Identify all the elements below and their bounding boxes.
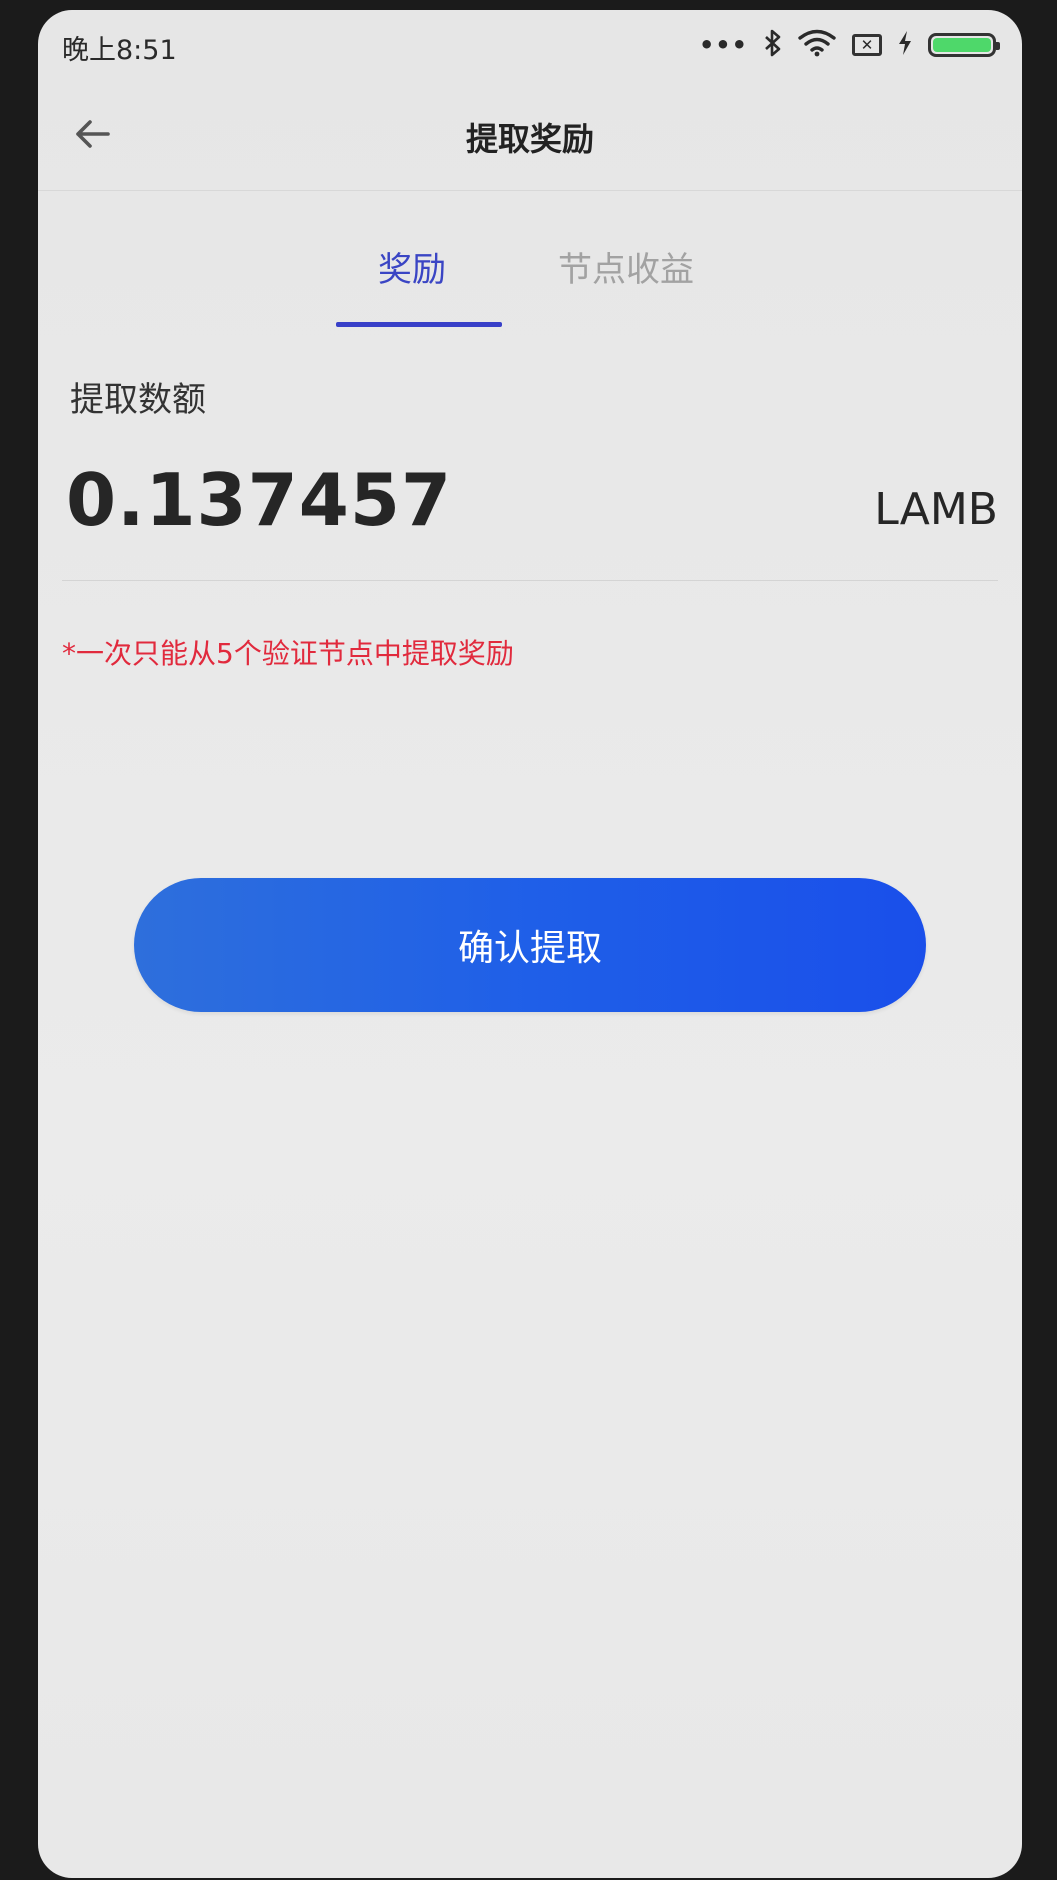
battery-level-fill (933, 38, 991, 52)
confirm-withdraw-label: 确认提取 (457, 928, 602, 969)
page-title: 提取奖励 (465, 120, 594, 158)
amount-value: 0.137457 (66, 458, 453, 542)
amount-label: 提取数额 (70, 380, 206, 420)
tab-rewards[interactable]: 奖励 (378, 242, 446, 291)
status-time: 晚上8:51 (62, 35, 177, 66)
confirm-withdraw-button[interactable]: 确认提取 (134, 878, 926, 1012)
withdraw-notice: *一次只能从5个验证节点中提取奖励 (62, 637, 514, 670)
status-icons: ••• ✕ (698, 28, 1000, 62)
battery-icon (928, 33, 1000, 57)
active-tab-indicator (336, 322, 502, 327)
phone-screen: 晚上8:51 ••• ✕ 提取奖励 奖励 节点收益 提取数额 0.137457 … (38, 10, 1022, 1878)
charging-bolt-icon (898, 30, 912, 60)
tab-node-earnings[interactable]: 节点收益 (558, 242, 694, 291)
amount-unit: LAMB (874, 484, 998, 535)
amount-divider (62, 580, 998, 581)
header-divider (38, 190, 1022, 191)
wifi-icon (798, 29, 836, 61)
sim-no-signal-icon: ✕ (852, 34, 882, 56)
bluetooth-icon (764, 29, 782, 62)
more-dots-icon: ••• (698, 31, 748, 59)
